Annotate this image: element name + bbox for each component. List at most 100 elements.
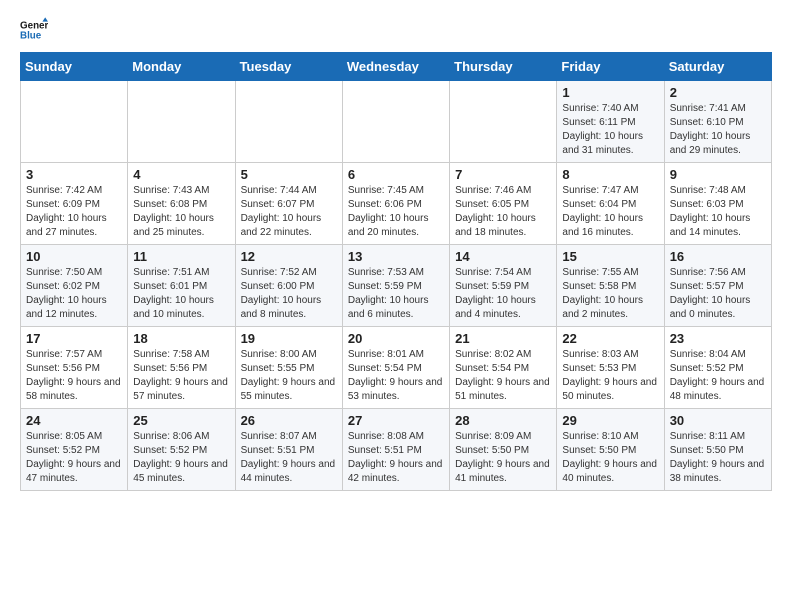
day-number: 25 (133, 413, 229, 428)
calendar-cell: 30 Sunrise: 8:11 AM Sunset: 5:50 PM Dayli… (664, 409, 771, 491)
day-number: 18 (133, 331, 229, 346)
calendar-body: 1 Sunrise: 7:40 AM Sunset: 6:11 PM Daylig… (21, 81, 772, 491)
day-number: 30 (670, 413, 766, 428)
day-number: 27 (348, 413, 444, 428)
day-number: 14 (455, 249, 551, 264)
day-info: Sunrise: 8:09 AM Sunset: 5:50 PM Dayligh… (455, 430, 551, 486)
page: General Blue SundayMondayTuesdayWednesda… (0, 0, 792, 511)
day-number: 20 (348, 331, 444, 346)
day-info: Sunrise: 7:48 AM Sunset: 6:03 PM Dayligh… (670, 184, 766, 240)
day-info: Sunrise: 7:44 AM Sunset: 6:07 PM Dayligh… (241, 184, 337, 240)
day-number: 13 (348, 249, 444, 264)
day-header-thursday: Thursday (450, 53, 557, 81)
calendar-cell: 14 Sunrise: 7:54 AM Sunset: 5:59 PM Dayli… (450, 245, 557, 327)
day-number: 22 (562, 331, 658, 346)
day-info: Sunrise: 8:04 AM Sunset: 5:52 PM Dayligh… (670, 348, 766, 404)
day-info: Sunrise: 7:54 AM Sunset: 5:59 PM Dayligh… (455, 266, 551, 322)
calendar-cell: 20 Sunrise: 8:01 AM Sunset: 5:54 PM Dayli… (342, 327, 449, 409)
logo: General Blue (20, 16, 50, 44)
day-number: 16 (670, 249, 766, 264)
day-number: 28 (455, 413, 551, 428)
calendar-cell: 29 Sunrise: 8:10 AM Sunset: 5:50 PM Dayli… (557, 409, 664, 491)
calendar-cell: 9 Sunrise: 7:48 AM Sunset: 6:03 PM Daylig… (664, 163, 771, 245)
day-number: 23 (670, 331, 766, 346)
day-info: Sunrise: 7:58 AM Sunset: 5:56 PM Dayligh… (133, 348, 229, 404)
day-number: 4 (133, 167, 229, 182)
calendar-week-3: 10Sunrise: 7:50 AM Sunset: 6:02 PM Dayli… (21, 245, 772, 327)
calendar-cell: 2 Sunrise: 7:41 AM Sunset: 6:10 PM Daylig… (664, 81, 771, 163)
calendar-cell: 23 Sunrise: 8:04 AM Sunset: 5:52 PM Dayli… (664, 327, 771, 409)
calendar-cell: 16 Sunrise: 7:56 AM Sunset: 5:57 PM Dayli… (664, 245, 771, 327)
day-header-friday: Friday (557, 53, 664, 81)
calendar-cell: 8 Sunrise: 7:47 AM Sunset: 6:04 PM Daylig… (557, 163, 664, 245)
day-number: 12 (241, 249, 337, 264)
calendar-cell: 10Sunrise: 7:50 AM Sunset: 6:02 PM Dayli… (21, 245, 128, 327)
logo-icon: General Blue (20, 16, 48, 44)
day-number: 5 (241, 167, 337, 182)
calendar-cell: 11 Sunrise: 7:51 AM Sunset: 6:01 PM Dayli… (128, 245, 235, 327)
calendar: SundayMondayTuesdayWednesdayThursdayFrid… (20, 52, 772, 491)
day-info: Sunrise: 8:10 AM Sunset: 5:50 PM Dayligh… (562, 430, 658, 486)
day-number: 6 (348, 167, 444, 182)
day-info: Sunrise: 8:01 AM Sunset: 5:54 PM Dayligh… (348, 348, 444, 404)
day-info: Sunrise: 7:57 AM Sunset: 5:56 PM Dayligh… (26, 348, 122, 404)
day-info: Sunrise: 7:50 AM Sunset: 6:02 PM Dayligh… (26, 266, 122, 322)
day-info: Sunrise: 7:52 AM Sunset: 6:00 PM Dayligh… (241, 266, 337, 322)
calendar-cell: 28 Sunrise: 8:09 AM Sunset: 5:50 PM Dayli… (450, 409, 557, 491)
day-number: 24 (26, 413, 122, 428)
day-info: Sunrise: 7:51 AM Sunset: 6:01 PM Dayligh… (133, 266, 229, 322)
day-number: 21 (455, 331, 551, 346)
day-number: 26 (241, 413, 337, 428)
calendar-cell: 19 Sunrise: 8:00 AM Sunset: 5:55 PM Dayli… (235, 327, 342, 409)
calendar-week-5: 24 Sunrise: 8:05 AM Sunset: 5:52 PM Dayli… (21, 409, 772, 491)
calendar-cell: 1 Sunrise: 7:40 AM Sunset: 6:11 PM Daylig… (557, 81, 664, 163)
header: General Blue (20, 16, 772, 44)
day-info: Sunrise: 8:07 AM Sunset: 5:51 PM Dayligh… (241, 430, 337, 486)
day-header-wednesday: Wednesday (342, 53, 449, 81)
day-info: Sunrise: 7:47 AM Sunset: 6:04 PM Dayligh… (562, 184, 658, 240)
calendar-cell: 3Sunrise: 7:42 AM Sunset: 6:09 PM Daylig… (21, 163, 128, 245)
day-info: Sunrise: 7:43 AM Sunset: 6:08 PM Dayligh… (133, 184, 229, 240)
calendar-cell: 27 Sunrise: 8:08 AM Sunset: 5:51 PM Dayli… (342, 409, 449, 491)
day-number: 29 (562, 413, 658, 428)
calendar-cell: 15Sunrise: 7:55 AM Sunset: 5:58 PM Dayli… (557, 245, 664, 327)
day-number: 1 (562, 85, 658, 100)
calendar-cell: 22 Sunrise: 8:03 AM Sunset: 5:53 PM Dayli… (557, 327, 664, 409)
day-number: 8 (562, 167, 658, 182)
day-info: Sunrise: 7:45 AM Sunset: 6:06 PM Dayligh… (348, 184, 444, 240)
day-number: 19 (241, 331, 337, 346)
svg-text:Blue: Blue (20, 30, 42, 41)
calendar-cell: 7 Sunrise: 7:46 AM Sunset: 6:05 PM Daylig… (450, 163, 557, 245)
calendar-week-2: 3Sunrise: 7:42 AM Sunset: 6:09 PM Daylig… (21, 163, 772, 245)
calendar-cell (450, 81, 557, 163)
calendar-cell: 24 Sunrise: 8:05 AM Sunset: 5:52 PM Dayli… (21, 409, 128, 491)
calendar-cell: 5 Sunrise: 7:44 AM Sunset: 6:07 PM Daylig… (235, 163, 342, 245)
day-number: 11 (133, 249, 229, 264)
calendar-cell: 18 Sunrise: 7:58 AM Sunset: 5:56 PM Dayli… (128, 327, 235, 409)
day-info: Sunrise: 7:42 AM Sunset: 6:09 PM Dayligh… (26, 184, 122, 240)
day-info: Sunrise: 8:03 AM Sunset: 5:53 PM Dayligh… (562, 348, 658, 404)
day-number: 9 (670, 167, 766, 182)
calendar-cell (21, 81, 128, 163)
calendar-cell: 26 Sunrise: 8:07 AM Sunset: 5:51 PM Dayli… (235, 409, 342, 491)
day-info: Sunrise: 8:11 AM Sunset: 5:50 PM Dayligh… (670, 430, 766, 486)
day-number: 7 (455, 167, 551, 182)
calendar-cell: 13 Sunrise: 7:53 AM Sunset: 5:59 PM Dayli… (342, 245, 449, 327)
day-header-saturday: Saturday (664, 53, 771, 81)
day-header-sunday: Sunday (21, 53, 128, 81)
day-info: Sunrise: 7:56 AM Sunset: 5:57 PM Dayligh… (670, 266, 766, 322)
day-info: Sunrise: 8:05 AM Sunset: 5:52 PM Dayligh… (26, 430, 122, 486)
day-info: Sunrise: 8:00 AM Sunset: 5:55 PM Dayligh… (241, 348, 337, 404)
day-header-monday: Monday (128, 53, 235, 81)
day-info: Sunrise: 8:08 AM Sunset: 5:51 PM Dayligh… (348, 430, 444, 486)
calendar-week-4: 17Sunrise: 7:57 AM Sunset: 5:56 PM Dayli… (21, 327, 772, 409)
day-number: 2 (670, 85, 766, 100)
calendar-cell: 12 Sunrise: 7:52 AM Sunset: 6:00 PM Dayli… (235, 245, 342, 327)
calendar-cell: 6 Sunrise: 7:45 AM Sunset: 6:06 PM Daylig… (342, 163, 449, 245)
calendar-cell: 17Sunrise: 7:57 AM Sunset: 5:56 PM Dayli… (21, 327, 128, 409)
day-info: Sunrise: 7:53 AM Sunset: 5:59 PM Dayligh… (348, 266, 444, 322)
day-info: Sunrise: 7:46 AM Sunset: 6:05 PM Dayligh… (455, 184, 551, 240)
day-info: Sunrise: 7:41 AM Sunset: 6:10 PM Dayligh… (670, 102, 766, 158)
calendar-cell (235, 81, 342, 163)
day-info: Sunrise: 7:40 AM Sunset: 6:11 PM Dayligh… (562, 102, 658, 158)
